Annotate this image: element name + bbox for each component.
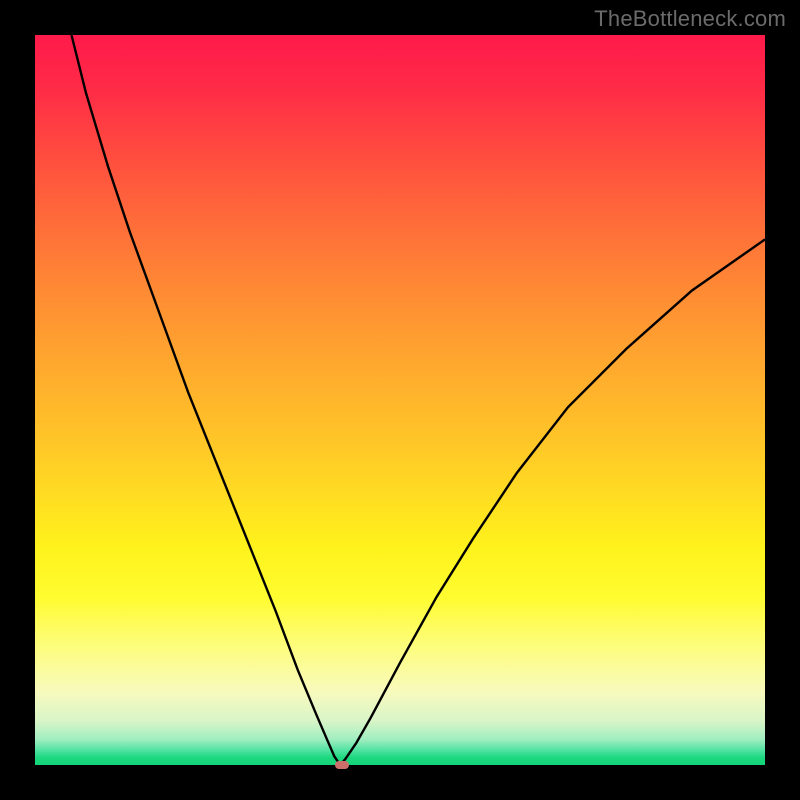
bottleneck-chart: TheBottleneck.com bbox=[0, 0, 800, 800]
plot-area bbox=[35, 35, 765, 765]
watermark-text: TheBottleneck.com bbox=[594, 6, 786, 32]
bottleneck-curve-path bbox=[72, 35, 766, 765]
curve-svg bbox=[35, 35, 765, 765]
optimum-marker bbox=[335, 761, 349, 769]
